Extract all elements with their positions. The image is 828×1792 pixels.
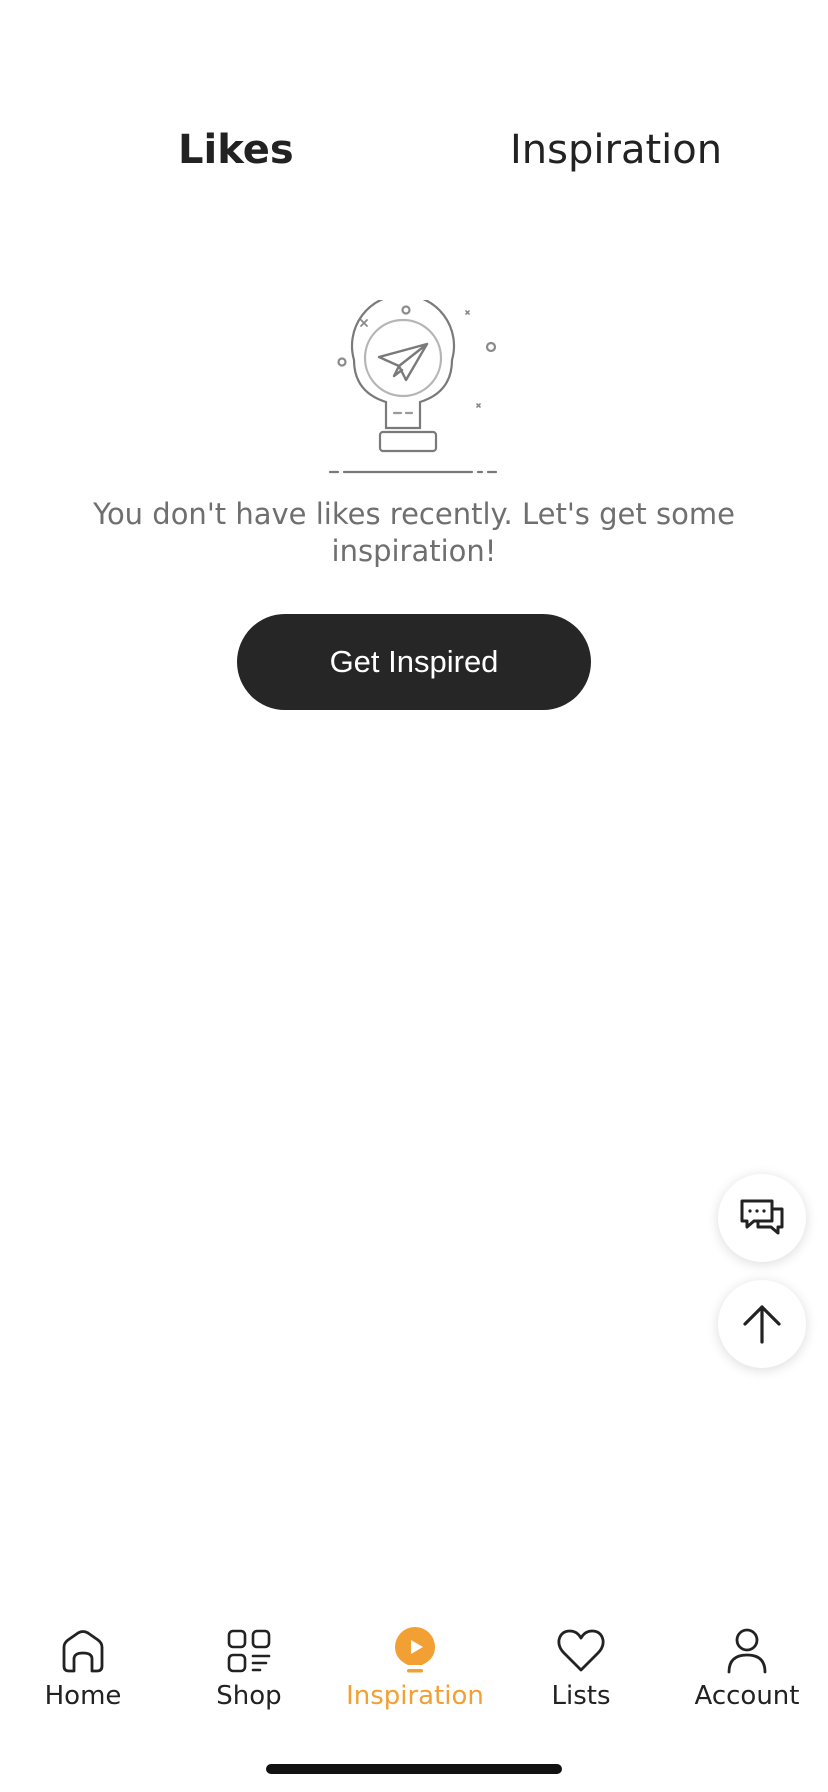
home-icon (58, 1626, 108, 1676)
shop-grid-icon (224, 1626, 274, 1676)
person-icon (722, 1626, 772, 1676)
nav-home[interactable]: Home (0, 1606, 166, 1726)
inspiration-bulb-icon (390, 1626, 440, 1676)
scroll-top-button[interactable] (718, 1280, 806, 1368)
nav-inspiration[interactable]: Inspiration (332, 1606, 498, 1726)
nav-inspiration-label: Inspiration (346, 1681, 484, 1711)
arrow-up-icon (743, 1305, 781, 1344)
empty-state-message: You don't have likes recently. Let's get… (93, 497, 735, 568)
nav-account-label: Account (694, 1681, 800, 1711)
bottom-nav: Home Shop Inspiration Lists Account (0, 1606, 828, 1726)
nav-home-label: Home (44, 1681, 122, 1711)
heart-icon (556, 1626, 606, 1676)
nav-shop-label: Shop (216, 1681, 282, 1711)
nav-account[interactable]: Account (664, 1606, 828, 1726)
chat-button[interactable] (718, 1174, 806, 1262)
home-indicator (266, 1764, 562, 1774)
lightbulb-paper-plane-icon (324, 293, 504, 480)
tab-likes[interactable]: Likes (178, 126, 294, 174)
get-inspired-button[interactable]: Get Inspired (237, 614, 591, 710)
tab-inspiration[interactable]: Inspiration (510, 126, 722, 174)
tab-bar: Likes Inspiration (0, 110, 828, 190)
chat-bubbles-icon (740, 1199, 784, 1235)
nav-shop[interactable]: Shop (166, 1606, 332, 1726)
nav-lists[interactable]: Lists (498, 1606, 664, 1726)
nav-lists-label: Lists (551, 1681, 611, 1711)
